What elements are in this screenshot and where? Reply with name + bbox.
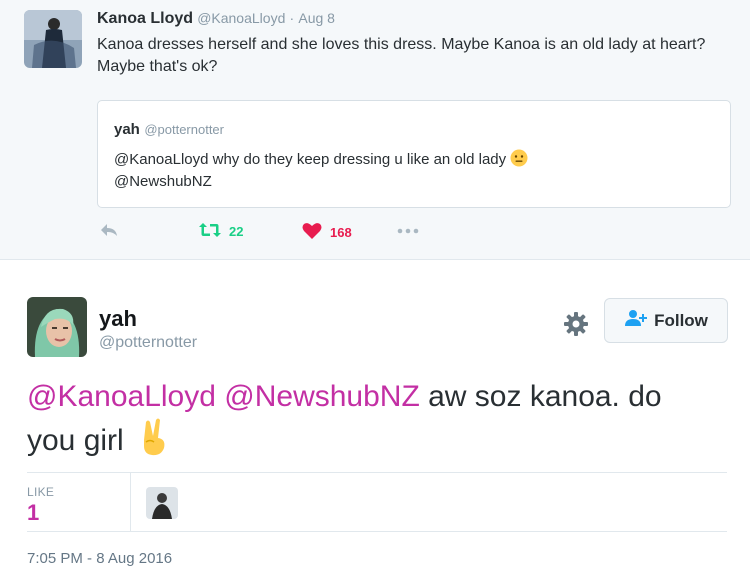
- gear-icon[interactable]: [563, 311, 589, 337]
- tweet-timestamp[interactable]: 7:05 PM - 8 Aug 2016: [27, 550, 172, 567]
- add-user-icon: [624, 309, 648, 332]
- tweet-text: @KanoaLloyd @NewshubNZ aw soz kanoa. do …: [27, 376, 727, 462]
- quoted-text-line-1: @KanoaLloyd why do they keep dressing u …: [114, 151, 507, 168]
- quoted-author-handle: @potternotter: [144, 122, 224, 137]
- heart-icon: [302, 222, 322, 243]
- parent-author-avatar[interactable]: [24, 10, 82, 68]
- victory-hand-icon: [136, 418, 172, 456]
- tweet-author-handle[interactable]: @potternotter: [99, 334, 197, 352]
- parent-author-handle[interactable]: @KanoaLloyd: [197, 10, 285, 26]
- quoted-tweet-header: yah @potternotter: [114, 121, 224, 139]
- more-button[interactable]: [397, 222, 419, 237]
- parent-tweet-header: Kanoa Lloyd @KanoaLloyd · Aug 8: [97, 10, 335, 28]
- tweet-stats: LIKE 1: [27, 472, 727, 532]
- tweet-text-line-2: you girl: [27, 424, 124, 457]
- follow-button-label: Follow: [654, 310, 708, 330]
- parent-tweet-date[interactable]: Aug 8: [298, 10, 335, 26]
- retweet-count: 22: [229, 224, 244, 239]
- quoted-tweet[interactable]: yah @potternotter @KanoaLloyd why do the…: [97, 100, 731, 208]
- more-dots-icon: [397, 222, 419, 237]
- header-separator: ·: [289, 10, 295, 26]
- parent-tweet-actions: 22 168: [97, 222, 497, 246]
- retweet-icon: [199, 222, 221, 241]
- follow-button[interactable]: Follow: [604, 298, 728, 343]
- retweet-button[interactable]: 22: [199, 222, 243, 241]
- likes-label: LIKE: [27, 485, 55, 499]
- like-button[interactable]: 168: [302, 222, 352, 243]
- like-count: 168: [330, 225, 352, 240]
- stats-divider: [130, 473, 131, 531]
- quoted-tweet-text: @KanoaLloyd why do they keep dressing u …: [114, 149, 714, 193]
- parent-tweet[interactable]: Kanoa Lloyd @KanoaLloyd · Aug 8 Kanoa dr…: [0, 0, 750, 260]
- reply-button[interactable]: [99, 222, 119, 241]
- neutral-face-icon: [510, 149, 528, 167]
- parent-tweet-text: Kanoa dresses herself and she loves this…: [97, 36, 706, 75]
- mention-link[interactable]: @KanoaLloyd: [27, 380, 216, 413]
- likes-count[interactable]: 1: [27, 500, 39, 526]
- reply-icon: [99, 222, 119, 241]
- tweet-author-avatar[interactable]: [27, 297, 87, 357]
- liker-avatar[interactable]: [146, 487, 178, 519]
- mention-link[interactable]: @NewshubNZ: [224, 380, 420, 413]
- parent-author-name[interactable]: Kanoa Lloyd: [97, 10, 193, 27]
- quoted-author-name: yah: [114, 121, 140, 138]
- quoted-text-line-2: @NewshubNZ: [114, 173, 212, 190]
- tweet-text-body: aw soz kanoa. do: [419, 380, 662, 413]
- tweet-author-name[interactable]: yah: [99, 306, 137, 332]
